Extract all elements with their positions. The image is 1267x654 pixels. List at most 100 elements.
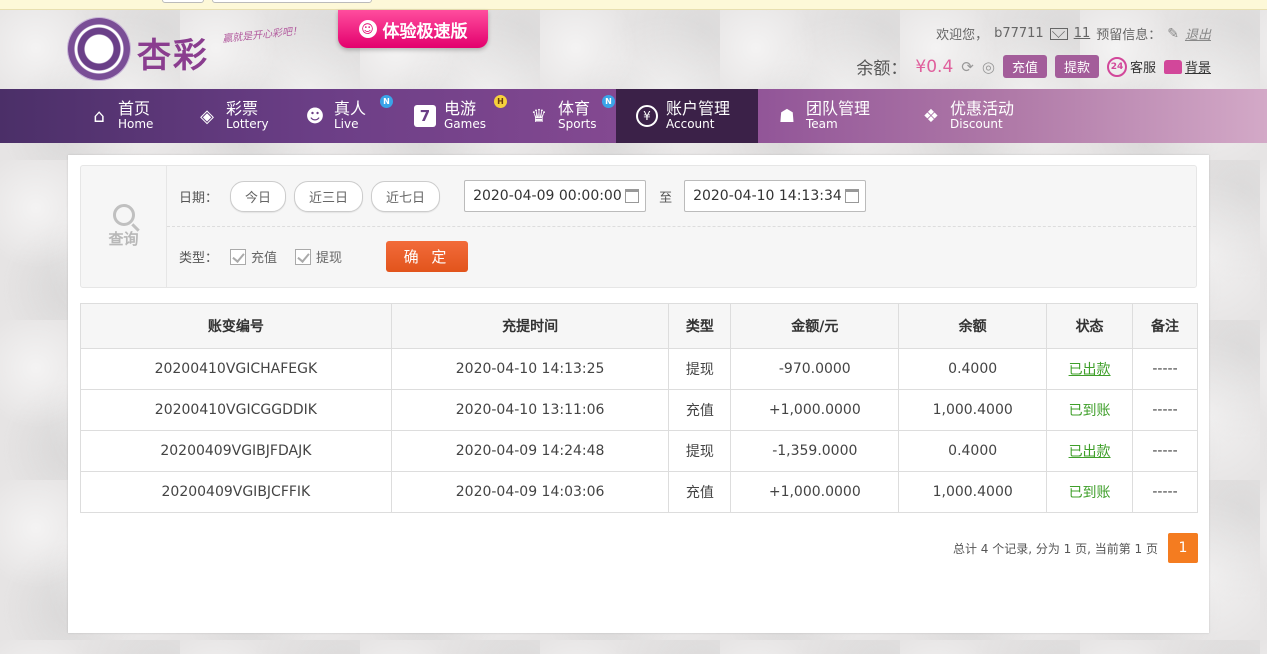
- cell-note: -----: [1132, 430, 1198, 472]
- service-label: 客服: [1129, 61, 1156, 76]
- message-count-link[interactable]: 11: [1074, 26, 1091, 41]
- nav-label: 优惠活动: [950, 99, 1015, 119]
- col-header: 状态: [1046, 303, 1134, 349]
- nav-item-live[interactable]: ☻ 真人 Live N: [304, 89, 393, 143]
- table-row: 20200410VGICHAFEGK 2020-04-10 14:13:25 提…: [80, 348, 1198, 390]
- checkbox-label: 提现: [316, 251, 343, 266]
- nav-sublabel: Live: [334, 117, 359, 132]
- balance-label: 余额：: [856, 59, 908, 79]
- nav-item-home[interactable]: ⌂ 首页 Home: [88, 89, 153, 143]
- balance-value: ¥0.4: [915, 56, 954, 77]
- background-label: 背景: [1184, 61, 1211, 76]
- withdraw-button[interactable]: 提款: [1054, 55, 1099, 78]
- top-strip: [0, 0, 1267, 10]
- end-date-input[interactable]: 2020-04-10 14:13:34: [684, 180, 867, 212]
- nav-sublabel: Lottery: [226, 117, 269, 132]
- yen-icon: ¥: [636, 105, 658, 127]
- checkbox-icon: [295, 248, 312, 265]
- status-text: 已到账: [1068, 485, 1111, 501]
- date-label: 日期：: [179, 190, 219, 206]
- cell-type: 提现: [668, 348, 732, 390]
- last-3-days-button[interactable]: 近三日: [294, 180, 364, 212]
- cell-id: 20200409VGIBJCFFIK: [80, 471, 392, 513]
- promo-label: 体验极速版: [382, 21, 468, 42]
- type-row: 类型： 充值 提现 确 定: [179, 241, 469, 272]
- col-header: 账变编号: [80, 303, 392, 349]
- nav-badge: N: [380, 95, 393, 108]
- withdraw-checkbox[interactable]: 提现: [295, 247, 342, 266]
- dealer-icon: ☻: [305, 105, 325, 127]
- search-box: 查询 日期： 今日 近三日 近七日 2020-04-09 00:00:00 至 …: [80, 165, 1197, 288]
- page-1-button[interactable]: 1: [1168, 533, 1198, 563]
- hide-eye-icon[interactable]: ◎: [982, 58, 995, 76]
- reserved-info-label: 预留信息：: [1096, 28, 1162, 43]
- ticket-icon: ◈: [200, 105, 214, 127]
- calendar-icon[interactable]: [845, 189, 860, 203]
- account-panel: 查询 日期： 今日 近三日 近七日 2020-04-09 00:00:00 至 …: [68, 155, 1209, 633]
- end-date-value: 2020-04-10 14:13:34: [693, 188, 842, 204]
- status-link[interactable]: 已出款: [1069, 362, 1111, 378]
- logout-link[interactable]: 退出: [1185, 24, 1211, 43]
- refresh-icon[interactable]: ⟳: [961, 58, 974, 76]
- nav-sublabel: Account: [666, 117, 715, 132]
- fast-version-promo-button[interactable]: ☺ 体验极速版: [338, 10, 488, 48]
- background-link[interactable]: 背景: [1163, 57, 1211, 76]
- promo-face-icon: ☺: [358, 20, 377, 38]
- cell-balance: 1,000.4000: [898, 389, 1048, 431]
- logo-emblem-icon[interactable]: [68, 18, 130, 80]
- team-icon: ☗: [778, 105, 796, 127]
- table-row: 20200409VGIBJCFFIK 2020-04-09 14:03:06 充…: [80, 471, 1198, 513]
- username: b77711: [994, 26, 1044, 41]
- cell-type: 充值: [668, 471, 732, 513]
- edit-icon[interactable]: ✎: [1167, 26, 1179, 42]
- nav-label: 真人: [334, 99, 367, 119]
- nav-item-discount[interactable]: ❖ 优惠活动 Discount: [920, 89, 1014, 143]
- to-label: 至: [659, 190, 673, 206]
- customer-service-link[interactable]: 24 客服: [1106, 56, 1156, 77]
- pagination: 总计 4 个记录, 分为 1 页, 当前第 1 页 1: [953, 533, 1198, 563]
- balance-line: 余额： ¥0.4 ⟳ ◎ 充值 提款 24 客服 背景: [856, 54, 1211, 79]
- table-header-row: 账变编号 充提时间 类型 金额/元 余额 状态 备注: [80, 303, 1198, 349]
- nav-label: 电游: [444, 99, 477, 119]
- calendar-icon[interactable]: [625, 189, 640, 203]
- home-icon: ⌂: [93, 105, 105, 127]
- cell-time: 2020-04-09 14:24:48: [390, 430, 670, 472]
- nav-label: 首页: [118, 99, 151, 119]
- nav-label: 彩票: [226, 99, 259, 119]
- cell-amount: +1,000.0000: [730, 471, 900, 513]
- checkbox-icon: [230, 248, 247, 265]
- service-24-icon: 24: [1106, 56, 1127, 77]
- nav-item-sports[interactable]: ♛ 体育 Sports N: [528, 89, 615, 143]
- status-text: 已到账: [1068, 403, 1111, 419]
- cell-balance: 1,000.4000: [898, 471, 1048, 513]
- checkbox-label: 充值: [251, 251, 278, 266]
- confirm-button[interactable]: 确 定: [386, 241, 469, 272]
- search-side: 查询: [81, 166, 167, 287]
- cell-type: 充值: [668, 389, 732, 431]
- cell-id: 20200409VGIBJFDAJK: [80, 430, 392, 472]
- recharge-checkbox[interactable]: 充值: [230, 247, 277, 266]
- search-divider: [167, 226, 1196, 227]
- mail-icon[interactable]: [1049, 27, 1068, 40]
- top-strip-fragment: [212, 0, 372, 3]
- cell-amount: -1,359.0000: [730, 430, 900, 472]
- nav-item-lottery[interactable]: ◈ 彩票 Lottery: [196, 89, 269, 143]
- col-header: 充提时间: [390, 303, 670, 349]
- start-date-input[interactable]: 2020-04-09 00:00:00: [464, 180, 647, 212]
- nav-item-team[interactable]: ☗ 团队管理 Team: [776, 89, 870, 143]
- nav-label: 团队管理: [806, 99, 871, 119]
- cell-balance: 0.4000: [898, 430, 1048, 472]
- pagination-summary: 总计 4 个记录, 分为 1 页, 当前第 1 页: [952, 541, 1158, 556]
- nav-item-games[interactable]: 7 电游 Games H: [414, 89, 507, 143]
- logo-text[interactable]: 杏彩: [137, 28, 209, 77]
- cell-time: 2020-04-10 14:13:25: [390, 348, 670, 390]
- last-7-days-button[interactable]: 近七日: [371, 180, 441, 212]
- today-button[interactable]: 今日: [230, 180, 287, 212]
- nav-item-account[interactable]: ¥ 账户管理 Account: [616, 89, 758, 143]
- seven-icon: 7: [414, 105, 436, 127]
- status-link[interactable]: 已出款: [1069, 444, 1111, 460]
- logo-slogan: 赢就是开心彩吧！: [221, 25, 303, 46]
- nav-sublabel: Games: [444, 117, 486, 132]
- table-row: 20200409VGIBJFDAJK 2020-04-09 14:24:48 提…: [80, 430, 1198, 472]
- recharge-button[interactable]: 充值: [1002, 55, 1047, 78]
